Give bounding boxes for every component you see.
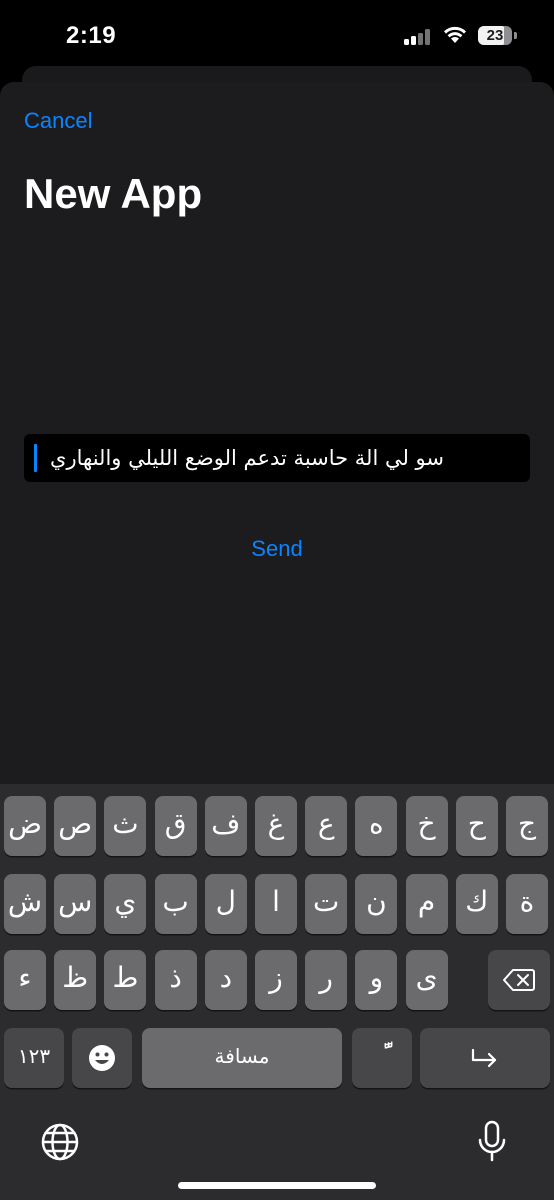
battery-icon: 23	[478, 26, 512, 45]
text-caret	[34, 444, 37, 472]
home-indicator	[178, 1182, 376, 1189]
letter-key[interactable]: ق	[154, 796, 197, 856]
diacritic-key[interactable]: ًّ	[352, 1028, 412, 1088]
battery-level: 23	[486, 27, 504, 44]
letter-key[interactable]: ع	[305, 796, 348, 856]
backspace-icon	[503, 969, 535, 991]
return-key[interactable]	[420, 1028, 550, 1088]
letter-key[interactable]: ب	[154, 874, 197, 934]
letter-key[interactable]: و	[355, 950, 398, 1010]
arabic-keyboard: ضصثقفغعهخحج شسيبلاتنمكة ءظطذدزروى ١٢٣ مساف…	[0, 784, 554, 1200]
letter-key[interactable]: ى	[405, 950, 448, 1010]
letter-key[interactable]: ت	[305, 874, 348, 934]
letter-key[interactable]: ط	[104, 950, 147, 1010]
globe-icon[interactable]	[40, 1122, 80, 1162]
letter-key[interactable]: خ	[405, 796, 448, 856]
letter-key[interactable]: ر	[305, 950, 348, 1010]
letter-key[interactable]: س	[54, 874, 97, 934]
letter-key[interactable]: ل	[204, 874, 247, 934]
return-icon	[471, 1048, 497, 1068]
status-bar: 2:19 23	[0, 0, 554, 70]
page-title: New App	[24, 170, 203, 217]
letter-key[interactable]: غ	[255, 796, 297, 856]
letter-key[interactable]: ن	[355, 874, 398, 934]
delete-key[interactable]	[488, 950, 550, 1010]
prompt-input-value: سو لي الة حاسبة تدعم الوضع الليلي والنها…	[50, 446, 444, 470]
letter-key[interactable]: ذ	[154, 950, 197, 1010]
letter-key[interactable]: ي	[104, 874, 147, 934]
microphone-icon[interactable]	[476, 1120, 508, 1164]
numbers-key[interactable]: ١٢٣	[4, 1028, 64, 1088]
letter-key[interactable]: ج	[506, 796, 548, 856]
space-key[interactable]: مسافة	[142, 1028, 342, 1088]
letter-key[interactable]: د	[204, 950, 247, 1010]
prompt-input[interactable]: سو لي الة حاسبة تدعم الوضع الليلي والنها…	[24, 434, 530, 482]
cancel-button[interactable]: Cancel	[24, 108, 92, 134]
emoji-icon	[89, 1045, 115, 1071]
letter-key[interactable]: ص	[54, 796, 97, 856]
send-button[interactable]: Send	[0, 536, 554, 562]
status-time: 2:19	[66, 22, 117, 49]
letter-key[interactable]: ف	[204, 796, 247, 856]
letter-key[interactable]: ض	[4, 796, 46, 856]
emoji-key[interactable]	[72, 1028, 132, 1088]
letter-key[interactable]: ة	[506, 874, 548, 934]
letter-key[interactable]: ء	[4, 950, 46, 1010]
letter-key[interactable]: ظ	[54, 950, 97, 1010]
letter-key[interactable]: ح	[455, 796, 498, 856]
letter-key[interactable]: ز	[255, 950, 297, 1010]
letter-key[interactable]: ا	[255, 874, 297, 934]
letter-key[interactable]: ه	[355, 796, 398, 856]
letter-key[interactable]: ش	[4, 874, 46, 934]
letter-key[interactable]: ك	[455, 874, 498, 934]
letter-key[interactable]: م	[405, 874, 448, 934]
letter-key[interactable]: ث	[104, 796, 147, 856]
wifi-icon	[444, 26, 466, 43]
cellular-signal-icon	[404, 28, 436, 45]
